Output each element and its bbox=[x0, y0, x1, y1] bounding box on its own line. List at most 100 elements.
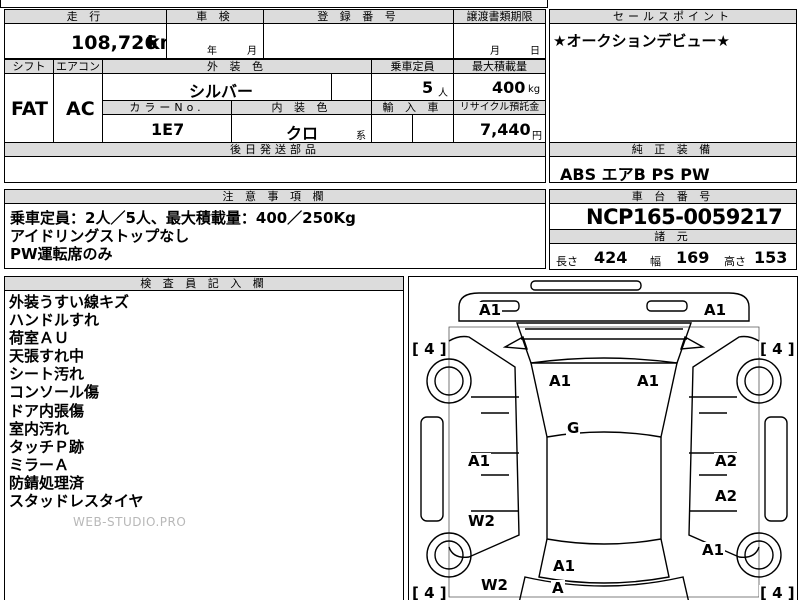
diagram-label-side-right-mid: A2 bbox=[714, 487, 739, 505]
roof bbox=[530, 357, 678, 438]
rear-spoiler bbox=[530, 280, 642, 291]
chassis-header: 車 台 番 号 bbox=[549, 189, 797, 204]
selling-points-header: セールスポイント bbox=[549, 9, 797, 24]
sill-left bbox=[420, 416, 444, 522]
windshield-area bbox=[546, 437, 662, 545]
inspection-year: 年 bbox=[207, 46, 217, 57]
shift-header: シフト bbox=[4, 59, 54, 74]
mileage-unit: km bbox=[147, 32, 166, 54]
inspector-line: 天張すれ中 bbox=[9, 347, 85, 366]
selling-points-text: ★オークションデビュー★ bbox=[553, 32, 730, 50]
mileage-header: 走 行 bbox=[4, 9, 167, 24]
height-label: 高さ bbox=[724, 255, 746, 268]
diagram-label-hood: A1 bbox=[552, 557, 577, 575]
notes-line: PW運転席のみ bbox=[10, 245, 113, 263]
aircon-cell: AC bbox=[53, 73, 103, 143]
transfer-header: 譲渡書類期限 bbox=[453, 9, 546, 24]
diagram-label-side-right-front: A1 bbox=[701, 541, 726, 559]
width-value: 169 bbox=[676, 248, 710, 267]
transfer-month: 月 bbox=[490, 46, 500, 57]
color-no-cell: 1E7 bbox=[102, 114, 232, 143]
later-parts-cell bbox=[4, 156, 546, 183]
inspector-cell: 外装うすい線キズ ハンドルすれ 荷室ＡＵ 天張すれ中 シート汚れ コンソール傷 … bbox=[4, 290, 404, 600]
exterior-color-cell: シルバー bbox=[102, 73, 332, 101]
width-label: 幅 bbox=[650, 255, 661, 268]
rear-lamp-right bbox=[646, 300, 688, 312]
inspector-line: 荷室ＡＵ bbox=[9, 329, 70, 348]
shift-value: FAT bbox=[11, 98, 48, 120]
exterior-color-extra bbox=[331, 73, 372, 101]
recycle-value: 7,440 bbox=[480, 120, 531, 139]
diagram-label-tire-front-left: [ 4 ] bbox=[411, 584, 448, 600]
car-diagram bbox=[420, 280, 788, 600]
mileage-value: 108,726 bbox=[71, 32, 158, 54]
selling-points-cell: ★オークションデビュー★ bbox=[549, 23, 797, 143]
interior-color-value: クロ bbox=[286, 124, 319, 143]
length-value: 424 bbox=[594, 248, 628, 267]
capacity-value: 5 bbox=[422, 78, 434, 97]
max-load-value: 400 bbox=[492, 78, 526, 97]
inspector-line: タッチＰ跡 bbox=[9, 437, 85, 456]
inspection-cell: 年 月 bbox=[166, 23, 264, 59]
standard-equipment-value: ABS エアB PS PW bbox=[560, 165, 710, 183]
right-side bbox=[688, 335, 760, 558]
import-cell-a bbox=[371, 114, 413, 143]
interior-color-cell: クロ 系 bbox=[231, 114, 372, 143]
inspector-line: 室内汚れ bbox=[9, 419, 70, 438]
diagram-label-roof-center: G bbox=[566, 419, 581, 437]
interior-color-suffix: 系 bbox=[356, 131, 366, 142]
diagram-label-side-right-rear: A2 bbox=[714, 452, 739, 470]
chassis-value: NCP165-0059217 bbox=[586, 205, 783, 229]
inspector-line: コンソール傷 bbox=[9, 383, 100, 402]
recycle-cell: 7,440 円 bbox=[453, 114, 546, 143]
inspector-header: 検 査 員 記 入 欄 bbox=[4, 276, 404, 291]
capacity-header: 乗車定員 bbox=[371, 59, 454, 74]
standard-equipment-header: 純 正 装 備 bbox=[549, 142, 797, 157]
diagram-label-bumper: A bbox=[551, 579, 565, 597]
inspection-header: 車 検 bbox=[166, 9, 264, 24]
standard-equipment-cell: ABS エアB PS PW bbox=[549, 156, 797, 183]
aircon-header: エアコン bbox=[53, 59, 103, 74]
inspector-line: スタッドレスタイヤ bbox=[9, 492, 144, 511]
diagram-label-rear-left: A1 bbox=[478, 301, 503, 319]
aircon-value: AC bbox=[66, 98, 95, 120]
inspector-line: 防錆処理済 bbox=[9, 473, 85, 492]
transfer-cell: 月 日 bbox=[453, 23, 546, 59]
registration-header: 登 録 番 号 bbox=[263, 9, 454, 24]
top-strip bbox=[0, 0, 548, 8]
exterior-color-value: シルバー bbox=[189, 82, 254, 101]
capacity-cell: 5 人 bbox=[371, 73, 454, 101]
shift-cell: FAT bbox=[4, 73, 54, 143]
exterior-color-header: 外 装 色 bbox=[102, 59, 372, 74]
recycle-unit: 円 bbox=[532, 131, 542, 142]
notes-line: アイドリングストップなし bbox=[10, 227, 190, 245]
color-no-header: カラーNo. bbox=[102, 100, 232, 115]
diagram-label-tire-front-right: [ 4 ] bbox=[759, 584, 796, 600]
max-load-cell: 400 kg bbox=[453, 73, 546, 101]
notes-cell: 乗車定員：2人／5人、最大積載量：400／250Kg アイドリングストップなし … bbox=[4, 203, 546, 269]
diagram-label-rear-right: A1 bbox=[703, 301, 728, 319]
inspector-line: ハンドルすれ bbox=[9, 311, 100, 330]
height-value: 153 bbox=[754, 248, 788, 267]
interior-color-header: 内 装 色 bbox=[231, 100, 372, 115]
chassis-cell: NCP165-0059217 bbox=[549, 203, 797, 230]
inspector-line: 外装うすい線キズ bbox=[9, 293, 130, 311]
diagram-label-tire-rear-left: [ 4 ] bbox=[411, 340, 448, 358]
notes-line: 乗車定員：2人／5人、最大積載量：400／250Kg bbox=[10, 209, 356, 227]
inspector-line: ドア内張傷 bbox=[9, 401, 85, 420]
length-label: 長さ bbox=[556, 255, 578, 268]
diagram-label-roof-right: A1 bbox=[636, 372, 661, 390]
mileage-cell: 108,726 km bbox=[4, 23, 167, 59]
diagram-label-side-left-rear: A1 bbox=[467, 452, 492, 470]
transfer-day: 日 bbox=[530, 46, 540, 57]
dims-cell: 長さ 424 幅 169 高さ 153 bbox=[549, 243, 797, 270]
later-parts-header: 後日発送部品 bbox=[4, 142, 546, 157]
diagram-label-roof-left: A1 bbox=[548, 372, 573, 390]
dims-header: 諸 元 bbox=[549, 229, 797, 244]
import-header: 輸 入 車 bbox=[371, 100, 454, 115]
diagram-label-side-left-mid: W2 bbox=[467, 512, 496, 530]
sill-right bbox=[764, 416, 788, 522]
inspector-line: ミラーＡ bbox=[9, 455, 70, 474]
max-load-unit: kg bbox=[528, 84, 541, 95]
registration-cell bbox=[263, 23, 454, 59]
